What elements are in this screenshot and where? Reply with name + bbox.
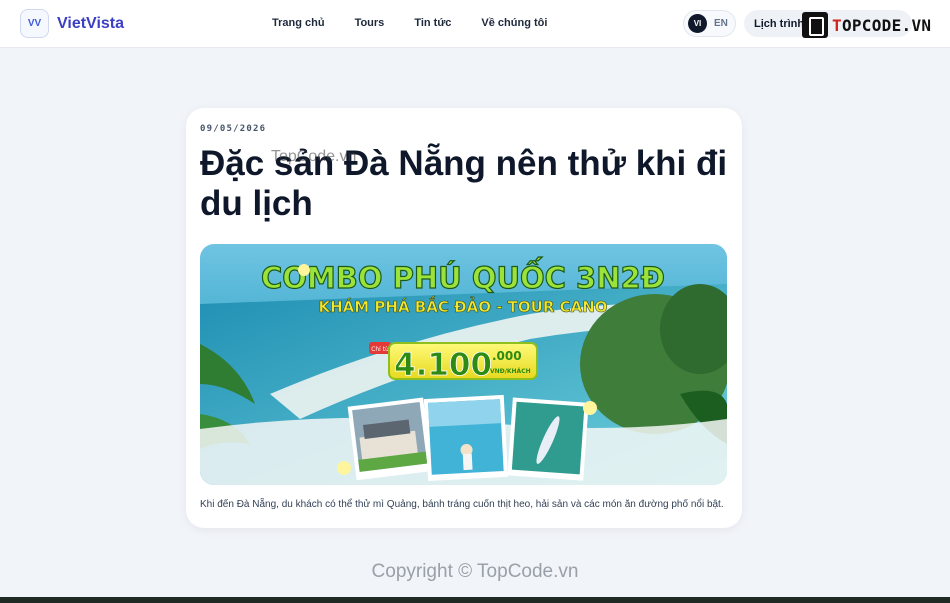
banner-headline: COMBO PHÚ QUỐC 3N2Đ: [261, 257, 665, 295]
logo-mark: VV: [20, 9, 49, 38]
copyright-watermark: Copyright © TopCode.vn: [371, 561, 579, 582]
article-excerpt: Khi đến Đà Nẵng, du khách có thể thử mì …: [200, 499, 724, 510]
banner-price-small: .000: [492, 349, 522, 363]
banner-price-unit: VNĐ/KHÁCH: [490, 368, 531, 375]
language-switcher: VI EN: [683, 10, 736, 37]
schedule-label: Lịch trình: [754, 17, 805, 30]
watermark-overlay-text: TopCode.vn: [271, 148, 357, 165]
nav-home[interactable]: Trang chủ: [272, 17, 325, 29]
footer-edge: [0, 597, 950, 603]
hero-banner: COMBO PHÚ QUỐC 3N2Đ KHÁM PHÁ BẮC ĐẢO - T…: [200, 244, 727, 485]
banner-subheadline: KHÁM PHÁ BẮC ĐẢO - TOUR CANO: [318, 295, 607, 316]
banner-price: 4.100: [394, 347, 492, 383]
nav-about[interactable]: Về chúng tôi: [481, 17, 547, 29]
main-nav: Trang chủ Tours Tin tức Về chúng tôi: [272, 17, 577, 29]
lang-en-button[interactable]: EN: [714, 18, 728, 29]
logo-text: VietVista: [57, 14, 125, 32]
article-card: 09/05/2026 Đặc sản Đà Nẵng nên thử khi đ…: [186, 108, 742, 528]
lang-vi-button[interactable]: VI: [688, 14, 707, 33]
watermark-logo: TOPCODE.VN: [802, 12, 931, 38]
banner-from-label: Chỉ từ: [371, 346, 390, 353]
hero-banner-image: COMBO PHÚ QUỐC 3N2Đ KHÁM PHÁ BẮC ĐẢO - T…: [200, 244, 727, 485]
nav-news[interactable]: Tin tức: [414, 17, 451, 29]
article-date: 09/05/2026: [200, 124, 267, 134]
nav-tours[interactable]: Tours: [355, 17, 385, 29]
watermark-logo-icon: [802, 12, 828, 38]
watermark-logo-text: TOPCODE.VN: [832, 15, 932, 35]
logo[interactable]: VV VietVista: [20, 9, 124, 38]
